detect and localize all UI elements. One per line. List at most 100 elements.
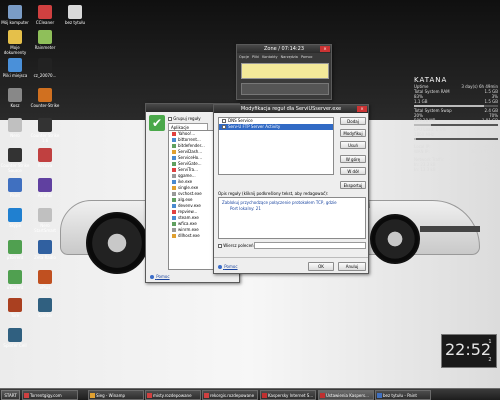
cancel-button[interactable]: Anuluj	[338, 262, 366, 271]
taskbar-button[interactable]: misty.rozdepowane	[145, 390, 201, 400]
desktop-icon[interactable]: ePlus	[30, 270, 60, 290]
desktop: Mój komputer CCleaner bez tytułu Moje dokum…	[0, 0, 500, 388]
ok-button[interactable]: OK	[308, 262, 334, 271]
rule-action-button[interactable]: W górę	[340, 155, 366, 163]
modify-rules-titlebar[interactable]: Modyfikacja reguł dla ServiUSserver.exe …	[214, 105, 368, 113]
rule-action-button[interactable]: Modyfikuj	[340, 129, 366, 137]
app-icon	[38, 178, 52, 192]
desktop-icon[interactable]: Counter-Strike	[30, 88, 60, 108]
desktop-icon-label: Counter-Strike	[30, 103, 60, 108]
desktop-icon[interactable]: Skype	[0, 208, 30, 228]
app-icon	[68, 5, 82, 19]
desktop-icon[interactable]: Rainmeter	[30, 30, 60, 50]
app-icon	[38, 88, 52, 102]
application-name: alg.exe	[178, 197, 193, 202]
desktop-icon[interactable]: Tore	[0, 298, 30, 318]
app-icon	[8, 148, 22, 162]
taskbar-button[interactable]: Sieg - Winamp	[88, 390, 144, 400]
application-name: repview...	[178, 209, 198, 214]
winamp-controls[interactable]	[241, 83, 329, 95]
winamp-menu-item[interactable]: Pliki	[252, 55, 259, 61]
rule-action-button[interactable]: W dół	[340, 167, 366, 175]
desktop-icon[interactable]: Mój komputer	[0, 5, 30, 25]
sysmon-row-value: 83.31.11.234	[471, 149, 498, 154]
desktop-icon[interactable]: Recuva	[30, 148, 60, 168]
desktop-icon-label: Kosz	[10, 103, 20, 108]
help-link[interactable]: Pomoc	[218, 264, 238, 269]
rule-action-link[interactable]: Zablokuj przychodzące połączenie protoko…	[222, 200, 337, 205]
desktop-icon[interactable]: CCleaner	[30, 5, 60, 25]
application-icon	[172, 132, 176, 136]
rules-list[interactable]: DNS Service Serv-U FTP Server Activity	[218, 117, 334, 175]
rule-checkbox[interactable]	[222, 125, 226, 129]
rule-action-button[interactable]: Dodaj	[340, 117, 366, 125]
app-icon	[38, 58, 52, 72]
desktop-icon[interactable]: Spinter Cell	[0, 328, 30, 348]
command-line-input[interactable]	[254, 242, 366, 249]
desktop-icon-label: Counter Strike Source	[0, 163, 30, 173]
winamp-menu-item[interactable]: Pomoc	[301, 55, 313, 61]
desktop-icon-label: Nero	[10, 133, 20, 138]
rule-port-link[interactable]: Port lokalny: 21	[222, 206, 261, 211]
sysmon-hostname: KATANA	[414, 76, 448, 84]
desktop-icon[interactable]: bez tytułu	[60, 5, 90, 25]
desktop-icon[interactable]: Spinter	[30, 298, 60, 318]
desktop-icon-label: Zeta Radio	[34, 255, 56, 260]
desktop-icon[interactable]: cz_20070...	[30, 58, 60, 78]
rule-row[interactable]: Serv-U FTP Server Activity	[219, 124, 333, 130]
winamp-menu-item[interactable]: Kontakty	[262, 55, 277, 61]
application-icon	[172, 234, 176, 238]
taskbar-button[interactable]: Kaspersky Internet S...	[260, 390, 316, 400]
desktop-icon[interactable]: Pliki miejsca	[0, 58, 30, 78]
desktop-icon[interactable]: Paint	[0, 178, 30, 198]
desktop-icon-label: ePlus	[39, 285, 51, 290]
desktop-icon[interactable]: Nero StartSmart	[30, 208, 60, 233]
close-icon[interactable]: ×	[320, 46, 330, 52]
desktop-icon[interactable]: Kosz	[0, 88, 30, 108]
app-icon	[8, 58, 22, 72]
close-icon[interactable]: ×	[357, 106, 367, 112]
app-icon	[38, 270, 52, 284]
winamp-menu-item[interactable]: Narzędzia	[281, 55, 298, 61]
group-rules-checkbox[interactable]: Grupuj reguły	[168, 116, 201, 121]
taskbar-button[interactable]: bez tytułu - Paint	[375, 390, 431, 400]
desktop-icon[interactable]: Zeta Radio	[30, 240, 60, 260]
help-icon	[218, 265, 222, 269]
rule-action-button[interactable]: Usuń	[340, 141, 366, 149]
desktop-icon[interactable]: Counter Strike Source	[0, 148, 30, 173]
help-link[interactable]: Pomoc	[150, 274, 170, 279]
rule-description-label: Opis reguły (kliknij podkreślony tekst, …	[218, 191, 329, 196]
application-icon	[172, 222, 176, 226]
tab-applications[interactable]: Aplikacje	[168, 123, 208, 130]
clock-time: 22:52	[445, 340, 492, 359]
rule-action-button[interactable]: Eksportuj	[340, 181, 366, 189]
taskbar-button[interactable]: Ustawienia Kaspers...	[318, 390, 374, 400]
start-button[interactable]: START	[1, 390, 20, 400]
taskbar-button-label: Sieg - Winamp	[96, 393, 126, 398]
application-icon	[172, 198, 176, 202]
desktop-icon[interactable]: Nero	[0, 118, 30, 138]
taskbar-app-icon	[24, 393, 29, 398]
sysmon-row-label: In: 13.3 kB	[414, 167, 436, 172]
desktop-icon[interactable]: uTorrent	[0, 270, 30, 290]
app-icon	[8, 328, 22, 342]
app-icon	[38, 208, 52, 222]
application-icon	[172, 138, 176, 142]
winamp-titlebar[interactable]: Zone / 07:14:23 ×	[237, 45, 331, 53]
rule-checkbox[interactable]	[222, 119, 226, 123]
desktop-icon[interactable]: µTorrent	[0, 240, 30, 260]
desktop-icon[interactable]: Counter Strike 1.6	[30, 118, 60, 143]
desktop-icon-label: bez tytułu	[64, 20, 86, 25]
system-monitor: KATANA Uptime 3 day(s) 6h 49min Total Syst…	[414, 76, 498, 172]
taskbar-button[interactable]: Torrentgigy.com	[22, 390, 78, 400]
desktop-icon[interactable]: Alcohol	[30, 178, 60, 198]
winamp-menu-item[interactable]: Opcje	[239, 55, 249, 61]
taskbar-button[interactable]: rekorgis.rozdepowane	[202, 390, 258, 400]
taskbar-button-label: Torrentgigy.com	[30, 393, 62, 398]
desktop-icon[interactable]: Moje dokumenty	[0, 30, 30, 55]
application-name: wfica.exe	[178, 221, 197, 226]
swap-usage-bar	[414, 124, 498, 126]
application-icon	[172, 228, 176, 232]
command-line-checkbox[interactable]: Wiersz poleceń	[218, 243, 254, 248]
sysmon-row-value: Out: 6.4 kB	[475, 167, 498, 172]
